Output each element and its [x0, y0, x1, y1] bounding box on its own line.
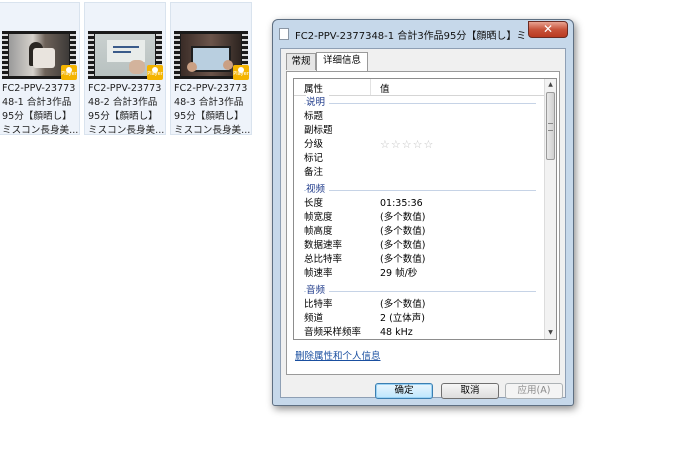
dialog-title: FC2-PPV-2377348-1 合計3作品95分【顔晒し】ミ... — [295, 31, 525, 42]
tab-general[interactable]: 常规 — [286, 53, 316, 70]
row-total-bitrate[interactable]: 总比特率 (多个数值) — [294, 253, 544, 267]
cancel-button[interactable]: 取消 — [441, 383, 499, 399]
file-tile-1[interactable]: Player FC2-PPV-23773 48-1 合計3作品 95分【顔晒し】… — [0, 2, 80, 136]
row-bitrate[interactable]: 比特率 (多个数值) — [294, 298, 544, 312]
row-tags[interactable]: 标记 — [294, 152, 544, 166]
player-badge-icon: Player — [233, 65, 249, 80]
scroll-thumb[interactable] — [546, 92, 555, 160]
row-title[interactable]: 标题 — [294, 110, 544, 124]
dialog-client: 常规 详细信息 属性 值 说明 标题 副标题 分级 ☆☆☆☆☆ 标记 备注 视频 … — [280, 48, 566, 399]
row-frame-rate[interactable]: 帧速率 29 帧/秒 — [294, 267, 544, 281]
column-value[interactable]: 值 — [380, 81, 390, 95]
group-video: 视频 — [294, 182, 544, 197]
scroll-down-arrow-icon[interactable]: ▼ — [545, 327, 556, 339]
file-icon — [279, 28, 289, 40]
row-frame-height[interactable]: 帧高度 (多个数值) — [294, 225, 544, 239]
row-comments[interactable]: 备注 — [294, 166, 544, 180]
ok-button[interactable]: 确定 — [375, 383, 433, 399]
row-length[interactable]: 长度 01:35:36 — [294, 197, 544, 211]
list-header: 属性 值 — [294, 79, 544, 96]
player-badge-icon: Player — [147, 65, 163, 80]
properties-dialog: FC2-PPV-2377348-1 合計3作品95分【顔晒し】ミ... ✕ 常规… — [272, 19, 574, 406]
property-rows: 说明 标题 副标题 分级 ☆☆☆☆☆ 标记 备注 视频 长度 01:35:36 帧宽… — [294, 95, 544, 339]
vertical-scrollbar[interactable]: ▲ ▼ — [544, 79, 556, 339]
property-list[interactable]: 属性 值 说明 标题 副标题 分级 ☆☆☆☆☆ 标记 备注 视频 长度 01:35:… — [293, 78, 557, 340]
details-panel: 属性 值 说明 标题 副标题 分级 ☆☆☆☆☆ 标记 备注 视频 长度 01:35:… — [286, 71, 560, 375]
apply-button[interactable]: 应用(A) — [505, 383, 563, 399]
row-frame-width[interactable]: 帧宽度 (多个数值) — [294, 211, 544, 225]
title-bar[interactable]: FC2-PPV-2377348-1 合計3作品95分【顔晒し】ミ... ✕ — [273, 20, 573, 48]
close-button[interactable]: ✕ — [528, 21, 568, 38]
file-tile-3[interactable]: Player FC2-PPV-23773 48-3 合計3作品 95分【顔晒し】… — [170, 2, 252, 136]
scroll-up-arrow-icon[interactable]: ▲ — [545, 79, 556, 91]
column-property[interactable]: 属性 — [304, 81, 323, 95]
group-audio: 音频 — [294, 283, 544, 298]
file-name: FC2-PPV-23773 48-3 合計3作品 95分【顔晒し】 ミスコン長身… — [174, 83, 251, 136]
rating-stars-icon[interactable]: ☆☆☆☆☆ — [380, 138, 434, 152]
player-badge-icon: Player — [61, 65, 77, 80]
tab-details[interactable]: 详细信息 — [316, 52, 368, 71]
row-rating[interactable]: 分级 ☆☆☆☆☆ — [294, 138, 544, 152]
remove-properties-link[interactable]: 删除属性和个人信息 — [295, 348, 381, 362]
row-subtitle[interactable]: 副标题 — [294, 124, 544, 138]
row-channels[interactable]: 频道 2 (立体声) — [294, 312, 544, 326]
group-description: 说明 — [294, 95, 544, 110]
file-tile-2[interactable]: Player FC2-PPV-23773 48-2 合計3作品 95分【顔晒し】… — [84, 2, 166, 136]
file-name: FC2-PPV-23773 48-1 合計3作品 95分【顔晒し】 ミスコン長身… — [2, 83, 79, 136]
file-name: FC2-PPV-23773 48-2 合計3作品 95分【顔晒し】 ミスコン長身… — [88, 83, 165, 136]
row-sample-rate[interactable]: 音频采样频率 48 kHz — [294, 326, 544, 339]
row-data-rate[interactable]: 数据速率 (多个数值) — [294, 239, 544, 253]
column-divider[interactable] — [370, 79, 371, 95]
